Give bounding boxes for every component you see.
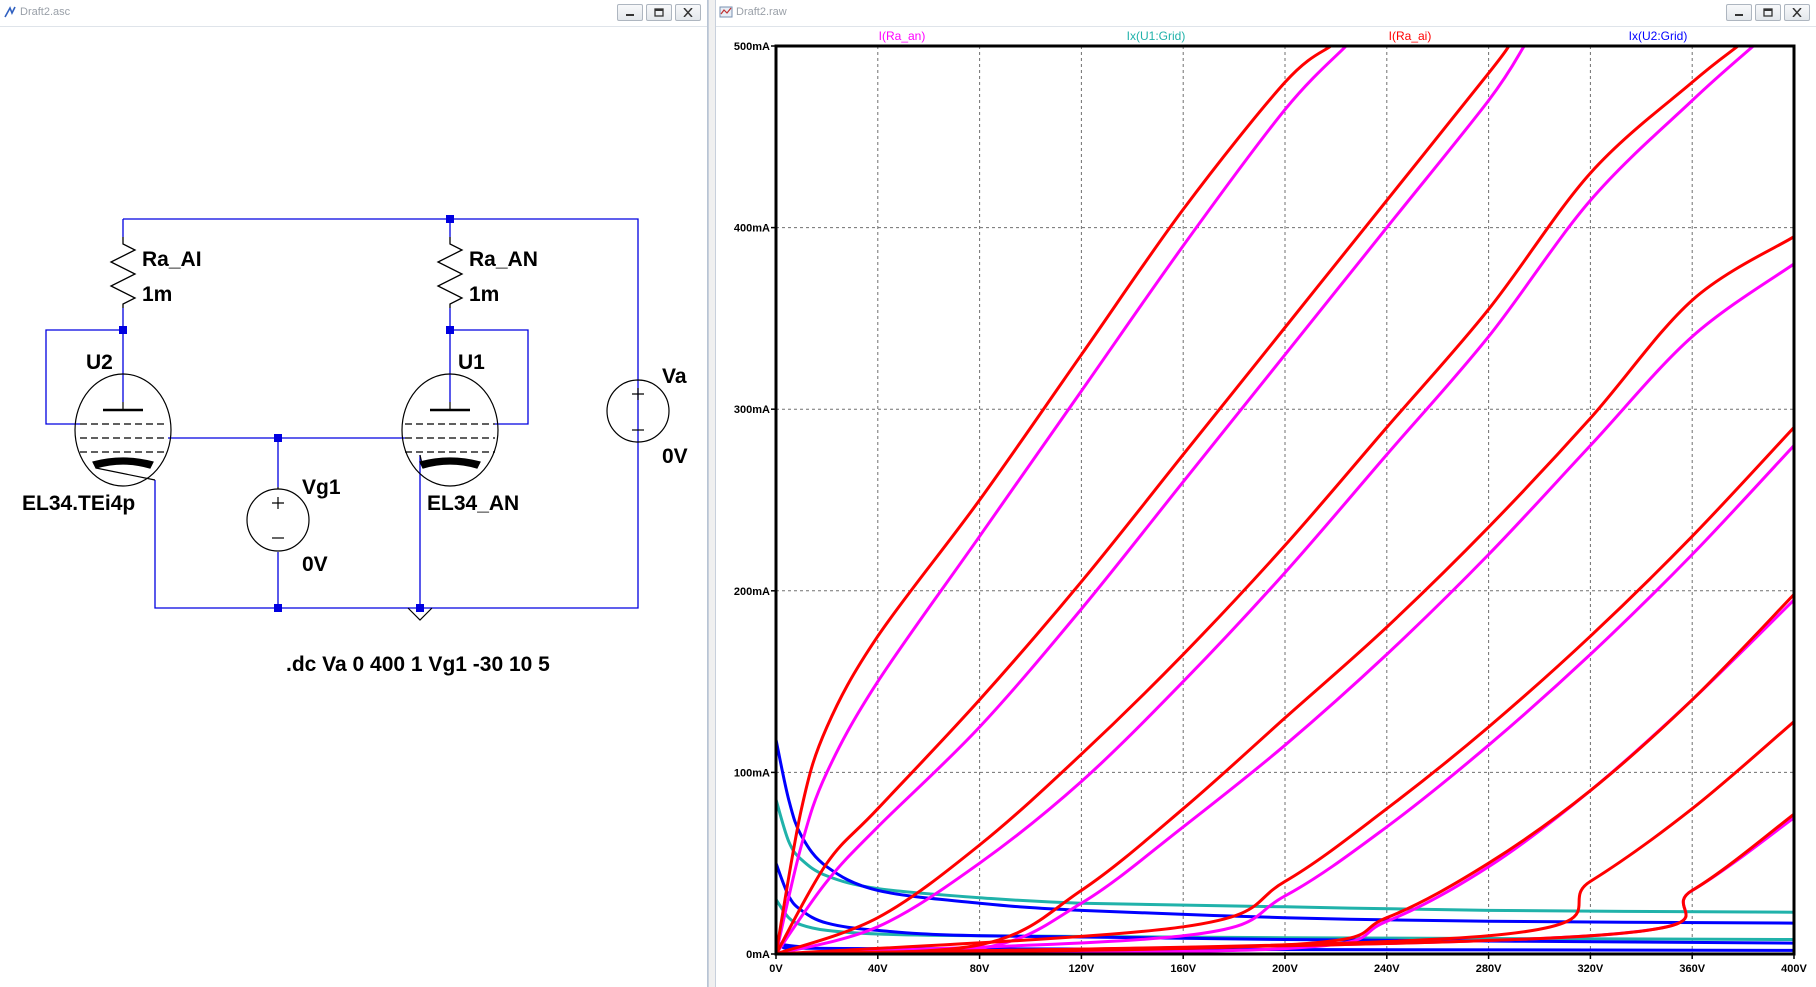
legend-label[interactable]: Ix(U1:Grid) (1127, 29, 1186, 43)
window-splitter[interactable] (708, 0, 716, 987)
minimize-icon (626, 14, 634, 16)
maximize-icon (1763, 8, 1773, 17)
maximize-button[interactable] (1755, 4, 1781, 21)
close-icon (683, 8, 693, 17)
close-icon (1792, 8, 1802, 17)
schematic-titlebar[interactable]: Draft2.asc (0, 0, 707, 27)
plot-grid (776, 46, 1794, 954)
y-tick-label: 200mA (734, 586, 770, 598)
maximize-icon (654, 8, 664, 17)
x-tick-label: 40V (868, 963, 888, 975)
y-tick-label: 400mA (734, 223, 770, 235)
x-tick-label: 200V (1272, 963, 1298, 975)
close-button[interactable] (1784, 4, 1810, 21)
legend-label[interactable]: Ix(U2:Grid) (1629, 29, 1688, 43)
voltage-source-vg1[interactable] (246, 487, 310, 552)
plot-frame (774, 44, 1796, 956)
x-tick-label: 360V (1679, 963, 1705, 975)
plot-titlebar[interactable]: Draft2.raw (716, 0, 1816, 27)
label-ra-an-value: 1m (469, 283, 499, 306)
trace-i-ra-an-[interactable] (776, 46, 1526, 954)
ltspice-icon (4, 6, 16, 18)
label-vg1-value: 0V (302, 553, 328, 576)
label-ra-ai-value: 1m (142, 283, 172, 306)
schematic-canvas[interactable]: Ra_AI 1m Ra_AN 1m U2 U1 EL34.TEi4p EL34_… (0, 27, 707, 987)
waveform-icon (719, 6, 733, 18)
plot-ticks: 0V 40V 80V 120V 160V 200V 240V 280V 320V 360V 400V… (734, 41, 1808, 975)
trace-i-ra-an-[interactable] (776, 46, 1755, 954)
label-va: Va (662, 365, 687, 388)
resistor-ra-an[interactable] (436, 237, 464, 308)
y-tick-label: 100mA (734, 767, 770, 779)
x-tick-label: 0V (769, 963, 783, 975)
label-vg1: Vg1 (302, 476, 341, 499)
close-button[interactable] (675, 4, 701, 21)
label-u2-model: EL34.TEi4p (22, 492, 135, 515)
spice-directive[interactable]: .dc Va 0 400 1 Vg1 -30 10 5 (286, 653, 550, 676)
plot-curves (776, 46, 1794, 954)
minimize-button[interactable] (1726, 4, 1752, 21)
x-tick-label: 280V (1476, 963, 1502, 975)
x-tick-label: 400V (1781, 963, 1807, 975)
x-tick-label: 120V (1069, 963, 1095, 975)
plot-window[interactable]: Draft2.raw 0V 40V 80V 120V 160V 200V 240V 280V 3… (716, 0, 1816, 987)
x-tick-label: 240V (1374, 963, 1400, 975)
y-tick-label: 300mA (734, 404, 770, 416)
label-u1-model: EL34_AN (427, 492, 519, 515)
plot-title: Draft2.raw (736, 6, 787, 18)
y-tick-label: 500mA (734, 41, 770, 53)
label-ra-ai: Ra_AI (142, 248, 202, 271)
minimize-icon (1735, 14, 1743, 16)
legend-label[interactable]: I(Ra_an) (879, 29, 926, 43)
label-va-value: 0V (662, 445, 688, 468)
label-u2: U2 (86, 351, 113, 374)
schematic-window[interactable]: Draft2.asc Ra_AI 1m Ra_AN 1m U2 U1 EL34.… (0, 0, 708, 987)
trace-i-ra-an-[interactable] (776, 46, 1348, 954)
trace-i-ra-ai-[interactable] (776, 46, 1739, 954)
x-tick-label: 320V (1578, 963, 1604, 975)
legend-label[interactable]: I(Ra_ai) (1389, 29, 1432, 43)
x-tick-label: 160V (1170, 963, 1196, 975)
wires (45, 218, 639, 609)
minimize-button[interactable] (617, 4, 643, 21)
maximize-button[interactable] (646, 4, 672, 21)
trace-i-ra-ai-[interactable] (776, 46, 1332, 954)
y-tick-label: 0mA (746, 949, 770, 961)
x-tick-label: 80V (970, 963, 990, 975)
plot-canvas[interactable]: 0V 40V 80V 120V 160V 200V 240V 280V 320V 360V 400V… (716, 27, 1816, 987)
label-ra-an: Ra_AN (469, 248, 538, 271)
resistor-ra-ai[interactable] (109, 237, 137, 308)
plot-legend: I(Ra_an) Ix(U1:Grid) I(Ra_ai) Ix(U2:Grid) (879, 29, 1688, 43)
label-u1: U1 (458, 351, 485, 374)
schematic-title: Draft2.asc (20, 6, 71, 18)
